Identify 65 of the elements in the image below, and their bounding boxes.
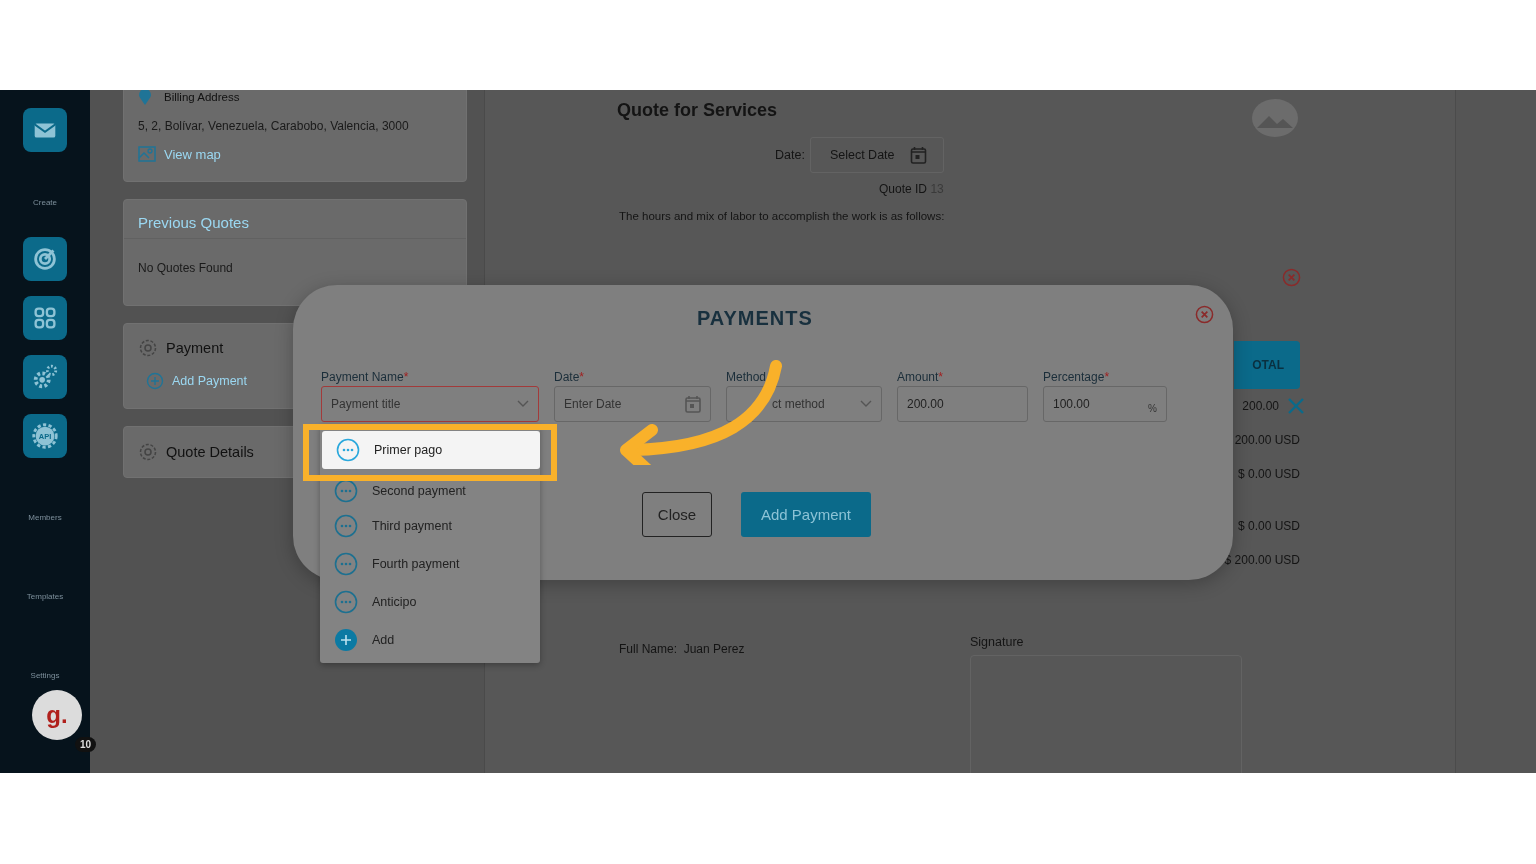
api-gear-icon: API — [30, 421, 60, 451]
gear-icon — [138, 338, 158, 358]
calendar-icon — [909, 146, 927, 164]
address-text: 5, 2, Bolívar, Venezuela, Carabobo, Valencia, 3000 — [138, 119, 410, 133]
field-label: Date* — [554, 370, 586, 384]
card-title: Payment — [166, 340, 224, 356]
dropdown-option[interactable]: Second payment — [320, 469, 540, 507]
input-field[interactable]: 200.00 — [897, 386, 1028, 422]
close-button[interactable]: Close — [642, 492, 712, 537]
add-payment-link[interactable]: Add Payment — [146, 372, 248, 390]
view-map-link[interactable]: View map — [138, 145, 221, 163]
notification-badge: 10 — [74, 737, 96, 752]
user-avatar[interactable]: g. — [32, 690, 82, 740]
sidebar-section-label[interactable]: Members — [28, 513, 62, 522]
field-label: Amount* — [897, 370, 945, 384]
dropdown-option[interactable]: Fourth payment — [320, 545, 540, 583]
more-icon — [334, 552, 358, 576]
chevron-down-icon — [517, 400, 529, 408]
map-image-icon — [138, 145, 156, 163]
date-label: Date: — [775, 148, 805, 162]
empty-state-text: No Quotes Found — [137, 260, 234, 277]
total-amount: 200.00 — [1242, 399, 1279, 413]
select-field[interactable]: ct method — [726, 386, 882, 422]
dialog-title: PAYMENTS — [697, 307, 813, 330]
billing-address-label: Billing Address — [164, 91, 240, 103]
total-header: OTAL — [1234, 341, 1300, 389]
plus-circle-icon — [146, 372, 164, 390]
more-icon — [334, 514, 358, 538]
add-payment-button[interactable]: Add Payment — [741, 492, 871, 537]
card-title: Quote Details — [166, 444, 254, 460]
more-icon — [334, 479, 358, 503]
total-amount: 200.00 USD — [1234, 433, 1300, 447]
calendar-icon — [685, 395, 701, 413]
full-name-text: Full Name: Juan Perez — [619, 642, 746, 658]
mail-tile[interactable] — [23, 108, 67, 152]
gears-tile[interactable] — [23, 355, 67, 399]
field-label: Payment Name* — [321, 370, 410, 384]
select-field[interactable]: Payment title — [321, 386, 539, 422]
sidebar-section-label: Create — [33, 198, 57, 207]
date-field[interactable]: Enter Date — [554, 386, 711, 422]
intro-text: The hours and mix of labor to accomplish the work is as follows: — [619, 210, 946, 222]
more-icon — [334, 590, 358, 614]
dropdown-option[interactable]: Primer pago — [322, 431, 540, 469]
more-icon — [336, 438, 360, 462]
gear-icon — [138, 442, 158, 462]
sidebar-section-label[interactable]: Templates — [26, 592, 64, 601]
signature-label: Signature — [970, 635, 1025, 649]
quote-title: Quote for Services — [617, 100, 778, 121]
total-amount: $ 0.00 USD — [1237, 519, 1300, 533]
field-label: Method — [726, 370, 768, 384]
grid-tile[interactable] — [23, 296, 67, 340]
input-field[interactable]: 100.00 % — [1043, 386, 1167, 422]
dropdown-option[interactable]: Add — [320, 621, 540, 659]
card-title: Previous Quotes — [124, 200, 466, 239]
plus-icon — [334, 628, 358, 652]
location-pin-icon — [138, 90, 152, 105]
sidebar-section-label[interactable]: Settings — [30, 671, 60, 680]
target-tile[interactable] — [23, 237, 67, 281]
field-label: Percentage* — [1043, 370, 1111, 384]
dropdown-option[interactable]: Third payment — [320, 507, 540, 545]
api-tile[interactable]: API — [23, 414, 67, 458]
date-picker[interactable]: Select Date — [809, 137, 944, 173]
dropdown-option[interactable]: Anticipo — [320, 583, 540, 621]
total-amount: $ 0.00 USD — [1237, 467, 1300, 481]
chevron-down-icon — [860, 400, 872, 408]
